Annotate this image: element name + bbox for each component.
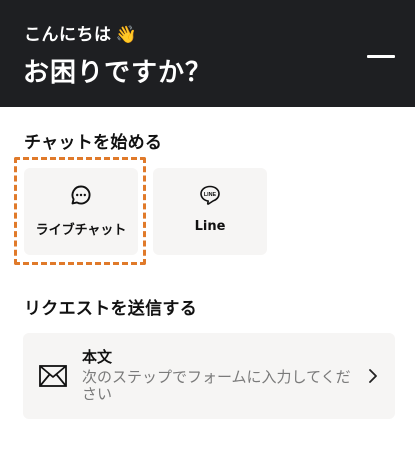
widget-header: こんにちは 👋 お困りですか？ — [0, 0, 415, 107]
request-form-button[interactable]: 本文 次のステップでフォームに入力してください — [23, 333, 395, 419]
live-chat-button[interactable]: ライブチャット — [24, 168, 138, 255]
page-title: お困りですか？ — [23, 58, 213, 88]
envelope-icon — [39, 365, 67, 387]
greeting-text: こんにちは 👋 — [24, 20, 137, 45]
request-section-title: リクエストを送信する — [24, 299, 197, 319]
waving-hand-icon: 👋 — [115, 25, 138, 45]
request-description: 次のステップでフォームに入力してください — [82, 368, 351, 403]
minimize-button[interactable] — [364, 42, 398, 72]
minimize-icon — [367, 55, 395, 58]
chat-bubble-icon — [71, 185, 91, 205]
help-widget: こんにちは 👋 お困りですか？ チャットを始める ライブチャット LINE Lin… — [0, 0, 415, 453]
chat-section-title: チャットを始める — [24, 133, 163, 153]
live-chat-label: ライブチャット — [35, 223, 127, 238]
line-logo-icon: LINE — [200, 185, 220, 205]
line-chat-label: Line — [194, 219, 226, 234]
svg-text:LINE: LINE — [204, 192, 217, 198]
chevron-right-icon — [369, 369, 377, 383]
line-chat-button[interactable]: LINE Line — [153, 168, 267, 255]
greeting-label: こんにちは — [24, 25, 112, 45]
request-title: 本文 — [82, 348, 113, 366]
